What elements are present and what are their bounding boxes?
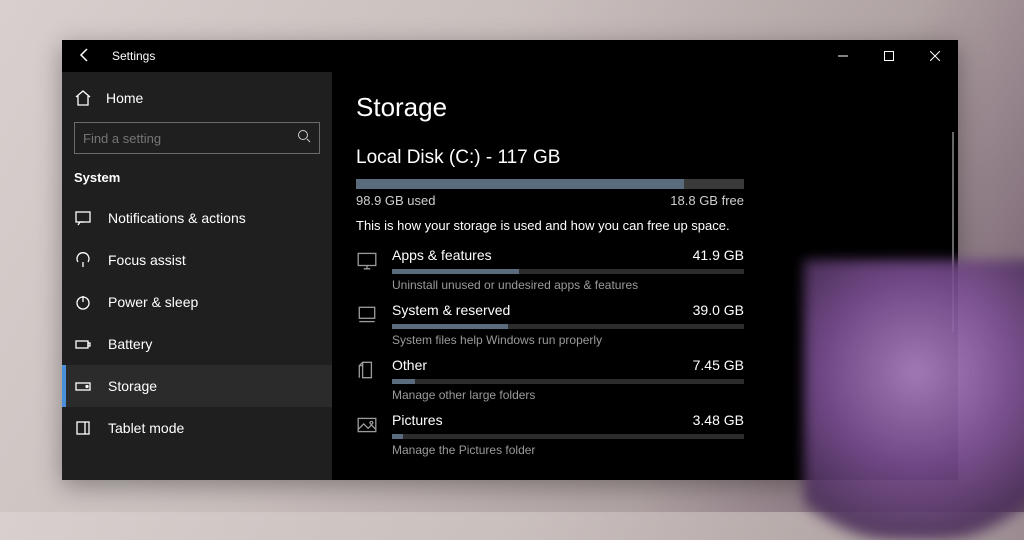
category-sub: Manage other large folders — [392, 388, 744, 402]
search-box[interactable] — [74, 122, 320, 154]
sidebar-item-notifications[interactable]: Notifications & actions — [62, 197, 332, 239]
category-sub: Uninstall unused or undesired apps & fea… — [392, 278, 744, 292]
category-name: System & reserved — [392, 302, 510, 318]
disk-free-label: 18.8 GB free — [670, 193, 744, 208]
sidebar-item-battery[interactable]: Battery — [62, 323, 332, 365]
page-title: Storage — [356, 92, 934, 123]
close-button[interactable] — [912, 40, 958, 72]
main-content: Storage Local Disk (C:) - 117 GB 98.9 GB… — [332, 72, 958, 480]
back-button[interactable] — [62, 47, 108, 66]
category-system-reserved[interactable]: System & reserved 39.0 GB System files h… — [356, 302, 934, 347]
sidebar-item-label: Tablet mode — [108, 420, 184, 436]
sidebar-item-power-sleep[interactable]: Power & sleep — [62, 281, 332, 323]
sidebar-item-label: Notifications & actions — [108, 210, 246, 226]
settings-window: Settings Home System — [62, 40, 958, 480]
category-bar — [392, 269, 744, 274]
disk-usage-fill — [356, 179, 684, 189]
search-icon — [297, 129, 311, 148]
sidebar-item-label: Battery — [108, 336, 152, 352]
home-nav[interactable]: Home — [62, 78, 332, 118]
category-bar — [392, 379, 744, 384]
home-icon — [74, 89, 92, 107]
focus-assist-icon — [74, 251, 92, 269]
scrollbar[interactable] — [952, 132, 954, 332]
sidebar-item-focus-assist[interactable]: Focus assist — [62, 239, 332, 281]
titlebar: Settings — [62, 40, 958, 72]
sidebar-item-label: Power & sleep — [108, 294, 198, 310]
sidebar-item-storage[interactable]: Storage — [62, 365, 332, 407]
other-icon — [356, 359, 378, 381]
sidebar-item-tablet-mode[interactable]: Tablet mode — [62, 407, 332, 449]
home-label: Home — [106, 90, 143, 106]
storage-icon — [74, 377, 92, 395]
sidebar-section: System — [62, 162, 332, 197]
notifications-icon — [74, 209, 92, 227]
category-sub: System files help Windows run properly — [392, 333, 744, 347]
disk-title: Local Disk (C:) - 117 GB — [356, 147, 934, 169]
power-icon — [74, 293, 92, 311]
storage-description: This is how your storage is used and how… — [356, 218, 934, 233]
sidebar-item-label: Storage — [108, 378, 157, 394]
tablet-icon — [74, 419, 92, 437]
minimize-button[interactable] — [820, 40, 866, 72]
disk-usage-bar — [356, 179, 744, 189]
app-title: Settings — [108, 49, 155, 63]
sidebar-item-label: Focus assist — [108, 252, 186, 268]
category-name: Other — [392, 357, 427, 373]
maximize-button[interactable] — [866, 40, 912, 72]
search-input[interactable] — [83, 131, 297, 146]
battery-icon — [74, 335, 92, 353]
category-size: 3.48 GB — [693, 412, 744, 428]
sidebar: Home System Notifications & actions — [62, 72, 332, 480]
apps-icon — [356, 249, 378, 271]
category-name: Pictures — [392, 412, 443, 428]
category-size: 41.9 GB — [693, 247, 744, 263]
disk-meta: 98.9 GB used 18.8 GB free — [356, 193, 744, 208]
system-icon — [356, 304, 378, 326]
pictures-icon — [356, 414, 378, 436]
category-sub: Manage the Pictures folder — [392, 443, 744, 457]
category-size: 39.0 GB — [693, 302, 744, 318]
category-name: Apps & features — [392, 247, 492, 263]
category-bar — [392, 324, 744, 329]
category-apps-features[interactable]: Apps & features 41.9 GB Uninstall unused… — [356, 247, 934, 292]
disk-used-label: 98.9 GB used — [356, 193, 436, 208]
category-size: 7.45 GB — [693, 357, 744, 373]
category-other[interactable]: Other 7.45 GB Manage other large folders — [356, 357, 934, 402]
category-bar — [392, 434, 744, 439]
category-pictures[interactable]: Pictures 3.48 GB Manage the Pictures fol… — [356, 412, 934, 457]
